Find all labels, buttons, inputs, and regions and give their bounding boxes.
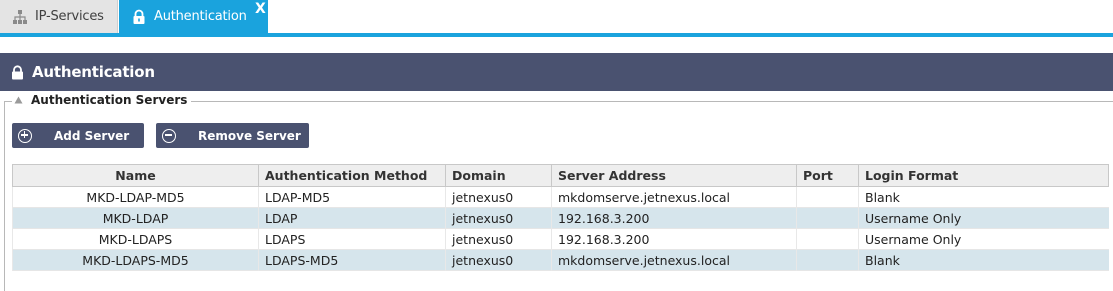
section-header: Authentication (0, 53, 1113, 91)
remove-server-label: Remove Server (198, 128, 301, 143)
column-header-method[interactable]: Authentication Method (258, 164, 446, 187)
section-title: Authentication (32, 63, 155, 81)
table-row[interactable]: MKD-LDAP LDAP jetnexus0 192.168.3.200 Us… (12, 207, 1109, 229)
close-tab-icon[interactable]: X (255, 1, 266, 17)
lock-icon (133, 9, 145, 24)
remove-circle-icon (162, 128, 176, 143)
cell-address: mkdomserve.jetnexus.local (551, 249, 797, 271)
cell-method: LDAPS (258, 228, 446, 250)
cell-format: Username Only (858, 228, 1109, 250)
table-row[interactable]: MKD-LDAP-MD5 LDAP-MD5 jetnexus0 mkdomser… (12, 186, 1109, 208)
add-server-label: Add Server (54, 128, 130, 143)
column-header-port[interactable]: Port (796, 164, 859, 187)
cell-domain: jetnexus0 (445, 186, 552, 208)
cell-format: Username Only (858, 207, 1109, 229)
servers-table: Name Authentication Method Domain Server… (12, 164, 1109, 271)
tab-bar: IP-Services Authentication X (0, 0, 1113, 37)
cell-name: MKD-LDAP-MD5 (12, 186, 259, 208)
add-server-button[interactable]: Add Server (12, 123, 144, 148)
cell-method: LDAPS-MD5 (258, 249, 446, 271)
add-circle-icon (18, 128, 32, 143)
cell-domain: jetnexus0 (445, 228, 552, 250)
cell-domain: jetnexus0 (445, 249, 552, 271)
collapse-triangle-icon[interactable] (14, 96, 23, 104)
cell-address: 192.168.3.200 (551, 228, 797, 250)
network-icon (13, 9, 27, 24)
cell-port (796, 207, 859, 229)
cell-name: MKD-LDAP (12, 207, 259, 229)
cell-method: LDAP-MD5 (258, 186, 446, 208)
column-header-format[interactable]: Login Format (858, 164, 1109, 187)
group-title: Authentication Servers (31, 93, 188, 107)
cell-port (796, 186, 859, 208)
cell-method: LDAP (258, 207, 446, 229)
servers-group-legend[interactable]: Authentication Servers (12, 93, 192, 107)
tab-label: Authentication (154, 9, 247, 24)
cell-address: mkdomserve.jetnexus.local (551, 186, 797, 208)
cell-port (796, 228, 859, 250)
tab-underline (0, 33, 1113, 37)
lock-icon (12, 64, 23, 79)
cell-name: MKD-LDAPS-MD5 (12, 249, 259, 271)
remove-server-button[interactable]: Remove Server (156, 123, 309, 148)
cell-domain: jetnexus0 (445, 207, 552, 229)
cell-format: Blank (858, 249, 1109, 271)
cell-address: 192.168.3.200 (551, 207, 797, 229)
table-header-row: Name Authentication Method Domain Server… (12, 164, 1109, 187)
cell-port (796, 249, 859, 271)
table-row[interactable]: MKD-LDAPS-MD5 LDAPS-MD5 jetnexus0 mkdoms… (12, 249, 1109, 271)
column-header-name[interactable]: Name (12, 164, 259, 187)
cell-name: MKD-LDAPS (12, 228, 259, 250)
column-header-domain[interactable]: Domain (445, 164, 552, 187)
tab-ip-services[interactable]: IP-Services (0, 0, 118, 33)
tab-label: IP-Services (35, 9, 104, 24)
cell-format: Blank (858, 186, 1109, 208)
table-row[interactable]: MKD-LDAPS LDAPS jetnexus0 192.168.3.200 … (12, 228, 1109, 250)
column-header-address[interactable]: Server Address (551, 164, 797, 187)
tab-authentication[interactable]: Authentication (119, 0, 268, 33)
